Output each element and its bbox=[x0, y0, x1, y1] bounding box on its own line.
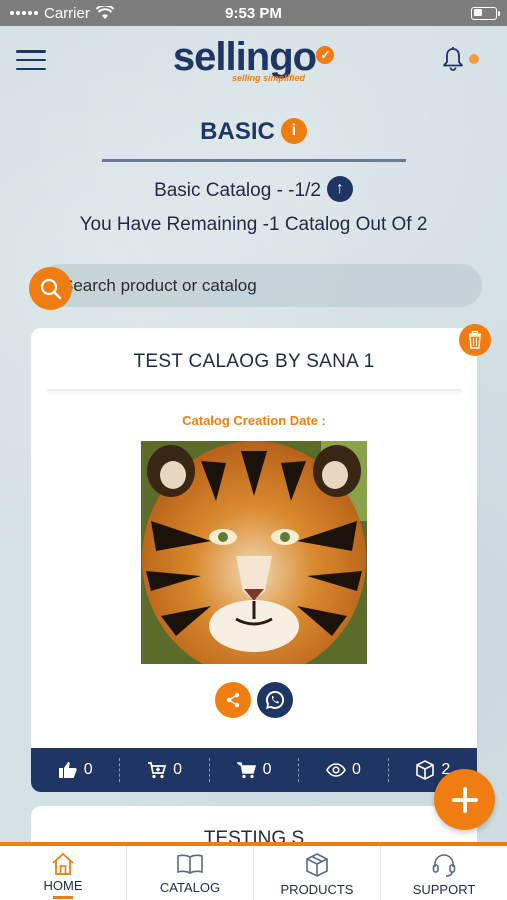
search-icon bbox=[40, 278, 61, 299]
share-icon bbox=[226, 692, 240, 708]
bottom-nav: HOME CATALOG PRODUCTS SUPPORT bbox=[0, 842, 507, 900]
active-indicator bbox=[53, 896, 73, 899]
headset-icon bbox=[432, 854, 456, 877]
thumbs-up-icon bbox=[58, 762, 77, 778]
plan-divider bbox=[102, 159, 406, 162]
bell-icon[interactable] bbox=[441, 46, 465, 72]
plus-icon bbox=[451, 786, 478, 813]
notification-dot bbox=[469, 54, 479, 64]
nav-home[interactable]: HOME bbox=[0, 846, 127, 900]
search-input[interactable] bbox=[62, 264, 462, 307]
nav-catalog[interactable]: CATALOG bbox=[127, 846, 254, 900]
nav-support-label: SUPPORT bbox=[412, 882, 476, 897]
whatsapp-icon bbox=[265, 690, 285, 709]
app-logo: sellingo ✓ selling simplified bbox=[173, 37, 335, 83]
status-bar: Carrier 9:53 PM bbox=[0, 0, 507, 26]
card-divider bbox=[47, 389, 461, 391]
search-button[interactable] bbox=[29, 267, 72, 310]
cart-count: 0 bbox=[262, 761, 272, 778]
views-count: 0 bbox=[351, 761, 361, 778]
tiger-image[interactable] bbox=[141, 441, 367, 664]
catalog-stats-bar: 0 0 0 0 2 bbox=[31, 748, 477, 792]
search-bar bbox=[38, 264, 482, 307]
signal-icon bbox=[10, 11, 38, 15]
eye-icon bbox=[326, 763, 346, 777]
stat-cart[interactable]: 0 bbox=[210, 758, 300, 782]
nav-products[interactable]: PRODUCTS bbox=[254, 846, 381, 900]
wifi-icon bbox=[95, 6, 114, 19]
plan-remaining-text: You Have Remaining -1 Catalog Out Of 2 bbox=[79, 214, 428, 235]
cart-add-icon bbox=[148, 762, 167, 779]
catalog-date-label: Catalog Creation Date : bbox=[182, 413, 326, 428]
catalog-title: TEST CALAOG BY SANA 1 bbox=[133, 351, 375, 372]
home-icon bbox=[52, 853, 74, 875]
card-actions bbox=[31, 682, 477, 718]
status-left: Carrier bbox=[10, 5, 114, 22]
plan-catalog-text: Basic Catalog - -1/2 bbox=[154, 180, 321, 202]
cart-adds-count: 0 bbox=[173, 761, 183, 778]
delete-button[interactable] bbox=[459, 324, 491, 356]
nav-catalog-label: CATALOG bbox=[159, 880, 221, 895]
stat-views[interactable]: 0 bbox=[299, 758, 389, 782]
nav-products-label: PRODUCTS bbox=[280, 882, 354, 897]
cart-icon bbox=[236, 762, 256, 779]
logo-check-icon: ✓ bbox=[316, 46, 335, 65]
box-icon bbox=[416, 760, 435, 780]
book-icon bbox=[177, 854, 203, 874]
nav-support[interactable]: SUPPORT bbox=[381, 846, 507, 900]
nav-home-label: HOME bbox=[43, 878, 83, 893]
carrier-label: Carrier bbox=[44, 4, 90, 22]
stat-likes[interactable]: 0 bbox=[31, 758, 121, 782]
likes-count: 0 bbox=[83, 761, 93, 778]
catalog-card[interactable]: TEST CALAOG BY SANA 1 Catalog Creation D… bbox=[31, 328, 477, 748]
stat-cart-adds[interactable]: 0 bbox=[120, 758, 210, 782]
plan-name: BASIC bbox=[200, 118, 275, 145]
info-icon[interactable]: i bbox=[280, 117, 307, 144]
box-icon bbox=[306, 853, 328, 877]
whatsapp-button[interactable] bbox=[257, 682, 293, 718]
share-button[interactable] bbox=[215, 682, 251, 718]
menu-button[interactable] bbox=[16, 50, 46, 70]
battery-icon bbox=[471, 6, 500, 20]
add-catalog-button[interactable] bbox=[434, 769, 495, 830]
plan-title: BASIC i bbox=[0, 117, 507, 146]
status-time: 9:53 PM bbox=[225, 4, 282, 22]
upgrade-arrow-icon[interactable]: ↑ bbox=[326, 176, 353, 202]
trash-icon bbox=[469, 331, 481, 349]
plan-catalog: Basic Catalog - -1/2 ↑ bbox=[0, 176, 507, 204]
app-header: sellingo ✓ selling simplified bbox=[0, 26, 507, 94]
